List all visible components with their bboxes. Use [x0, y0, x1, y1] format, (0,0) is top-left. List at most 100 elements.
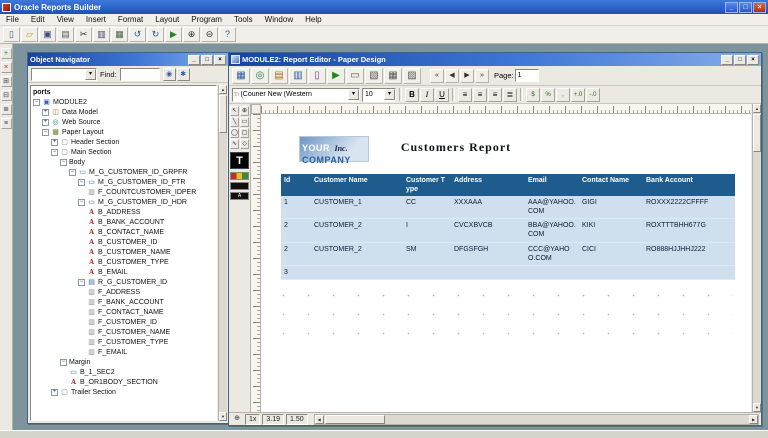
- tree-expander-icon[interactable]: [78, 178, 85, 186]
- web-source-button[interactable]: ◎: [251, 67, 269, 84]
- table-cell[interactable]: CUSTOMER_1: [311, 196, 403, 218]
- table-cell[interactable]: BBA@YAHOO.COM: [525, 219, 579, 241]
- data-model-button[interactable]: ▦: [232, 67, 250, 84]
- table-cell[interactable]: CVCXBVCB: [451, 219, 525, 241]
- print-button[interactable]: ▤: [57, 27, 74, 42]
- tree-item[interactable]: ▥ F_BANK_ACCOUNT: [31, 297, 216, 307]
- menu-insert[interactable]: Insert: [80, 14, 112, 26]
- tree-expander-icon[interactable]: [42, 128, 49, 136]
- copy-button[interactable]: ▥: [93, 27, 110, 42]
- table-row[interactable]: 1 CUSTOMER_1 CC XXXAAA AAA@YAHOO.COM GIGI ROXX…: [281, 196, 735, 220]
- scroll-left-icon[interactable]: [314, 414, 324, 424]
- paper-parameter-button[interactable]: ▯: [308, 67, 326, 84]
- scrollbar-thumb[interactable]: [324, 414, 385, 424]
- remove-decimal-button[interactable]: -.0: [586, 87, 600, 102]
- table-header-cell[interactable]: Id: [281, 174, 311, 196]
- comma-button[interactable]: ,: [556, 87, 570, 102]
- tree-expander-icon[interactable]: [42, 118, 49, 126]
- menu-tools[interactable]: Tools: [228, 14, 259, 26]
- table-header-cell[interactable]: Customer Name: [311, 174, 403, 196]
- header-section-button[interactable]: ▧: [365, 67, 383, 84]
- table-cell[interactable]: GIGI: [579, 196, 643, 218]
- scroll-up-icon[interactable]: [219, 85, 227, 94]
- save-button[interactable]: ▣: [39, 27, 56, 42]
- tree-item[interactable]: ▥ F_EMAIL: [31, 347, 216, 357]
- close-button[interactable]: ×: [747, 54, 759, 65]
- undo-button[interactable]: ↺: [129, 27, 146, 42]
- menu-window[interactable]: Window: [259, 14, 299, 26]
- tree-item[interactable]: ◎Web Source: [31, 117, 216, 127]
- next-page-button[interactable]: ▶: [460, 68, 474, 83]
- polygon-tool[interactable]: ◇: [240, 139, 249, 149]
- tree-expander-icon[interactable]: [60, 158, 67, 166]
- tree-expander-icon[interactable]: [33, 98, 40, 106]
- table-cell[interactable]: 2: [281, 219, 311, 241]
- restore-button[interactable]: □: [739, 1, 752, 13]
- polyline-tool[interactable]: ∿: [230, 139, 239, 149]
- tree-item[interactable]: ▥ F_ADDRESS: [31, 287, 216, 297]
- add-decimal-button[interactable]: +.0: [571, 87, 585, 102]
- tree-item[interactable]: ▦Paper Layout: [31, 127, 216, 137]
- table-row[interactable]: 2 CUSTOMER_2 SM DFGSFGH CCC@YAHOO.COM CICI RO8…: [281, 242, 735, 266]
- table-cell[interactable]: [451, 266, 525, 279]
- table-header-cell[interactable]: Contact Name: [579, 174, 643, 196]
- table-cell[interactable]: [579, 266, 643, 279]
- percent-button[interactable]: %: [541, 87, 555, 102]
- table-cell[interactable]: AAA@YAHOO.COM: [525, 196, 579, 218]
- tree-item[interactable]: ▥ F_CUSTOMER_TYPE: [31, 337, 216, 347]
- tree-item[interactable]: A B_BANK_ACCOUNT: [31, 217, 216, 227]
- menu-view[interactable]: View: [51, 14, 80, 26]
- scrollbar-thumb[interactable]: [753, 114, 761, 152]
- scroll-down-icon[interactable]: [219, 412, 227, 421]
- table-cell[interactable]: 3: [281, 266, 311, 279]
- collapse-all-button[interactable]: ≡: [0, 118, 12, 129]
- tree-item[interactable]: A B_CUSTOMER_NAME: [31, 247, 216, 257]
- menu-edit[interactable]: Edit: [25, 14, 51, 26]
- tree-item[interactable]: ▣MODULE2: [31, 97, 216, 107]
- tree-item[interactable]: A B_EMAIL: [31, 267, 216, 277]
- table-cell[interactable]: 2: [281, 243, 311, 265]
- restore-button[interactable]: □: [734, 54, 746, 65]
- tree-expander-icon[interactable]: [78, 198, 85, 206]
- tree-item[interactable]: ▭ B_1_SEC2: [31, 367, 216, 377]
- minimize-button[interactable]: _: [725, 1, 738, 13]
- table-cell[interactable]: XXXAAA: [451, 196, 525, 218]
- table-cell[interactable]: I: [403, 219, 451, 241]
- tree-item[interactable]: ▥ F_CUSTOMER_ID: [31, 317, 216, 327]
- report-table[interactable]: Id Customer Name Customer Type Address Email…: [281, 174, 735, 280]
- redo-button[interactable]: ↻: [147, 27, 164, 42]
- scroll-up-icon[interactable]: [753, 104, 761, 113]
- table-row[interactable]: 3: [281, 265, 735, 280]
- paste-button[interactable]: ▦: [111, 27, 128, 42]
- table-header-cell[interactable]: Customer Type: [403, 174, 451, 196]
- chevron-down-icon[interactable]: [348, 89, 359, 100]
- magnifier-tool[interactable]: ⊕: [240, 106, 249, 116]
- text-color-button[interactable]: A: [230, 192, 249, 200]
- table-cell[interactable]: CICI: [579, 243, 643, 265]
- tree-item[interactable]: ▢Main Section: [31, 147, 216, 157]
- table-header-cell[interactable]: Email: [525, 174, 579, 196]
- close-button[interactable]: ×: [753, 1, 766, 13]
- table-cell[interactable]: CCC@YAHOO.COM: [525, 243, 579, 265]
- italic-button[interactable]: I: [420, 87, 434, 102]
- menu-help[interactable]: Help: [299, 14, 327, 26]
- table-cell[interactable]: SM: [403, 243, 451, 265]
- table-row[interactable]: 2 CUSTOMER_2 I CVCXBVCB BBA@YAHOO.COM KIKI ROX…: [281, 219, 735, 243]
- menu-file[interactable]: File: [0, 14, 25, 26]
- tree-expander-icon[interactable]: [51, 138, 58, 146]
- tree-item[interactable]: ▭M_G_CUSTOMER_ID_GRPFR: [31, 167, 216, 177]
- menu-program[interactable]: Program: [185, 14, 228, 26]
- find-next-button[interactable]: ◉: [162, 67, 176, 81]
- find-clear-button[interactable]: ✱: [176, 67, 190, 81]
- collapse-button[interactable]: ⊟: [0, 90, 12, 101]
- rounded-rect-tool[interactable]: ▢: [240, 128, 249, 138]
- page-number-input[interactable]: [514, 69, 539, 82]
- open-button[interactable]: ▱: [21, 27, 38, 42]
- help-button[interactable]: ?: [219, 27, 236, 42]
- tree-item[interactable]: ▥ F_COUNTCUSTOMER_IDPER: [31, 187, 216, 197]
- tree-expander-icon[interactable]: [78, 278, 85, 286]
- editor-horizontal-scrollbar[interactable]: [313, 413, 759, 425]
- report-title[interactable]: Customers Report: [321, 140, 591, 155]
- chevron-down-icon[interactable]: [384, 89, 395, 100]
- tree-item[interactable]: ◫Data Model: [31, 107, 216, 117]
